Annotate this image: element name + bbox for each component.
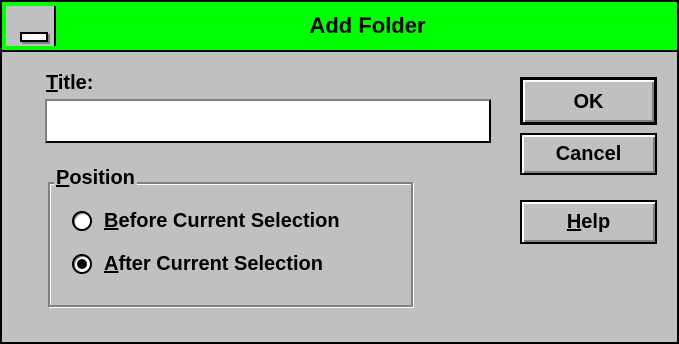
position-label-mnemonic: P [56, 167, 70, 189]
system-menu-icon [20, 32, 48, 42]
title-label-text: itle: [57, 72, 94, 94]
help-label: elp [581, 211, 611, 233]
before-option-label: efore Current Selection [118, 209, 340, 232]
system-menu-button[interactable] [6, 6, 56, 46]
title-label-mnemonic: T [46, 72, 58, 94]
help-mnemonic: H [566, 211, 582, 233]
add-folder-dialog: Add Folder Title: Position Before Curren… [0, 0, 679, 344]
after-option-mnemonic: A [104, 252, 119, 275]
after-current-selection-option[interactable]: After Current Selection [72, 250, 323, 278]
window-title: Add Folder [309, 13, 426, 38]
title-input[interactable] [45, 99, 491, 143]
ok-button[interactable]: OK [520, 77, 657, 125]
after-current-selection-radio[interactable] [72, 254, 92, 274]
title-bar[interactable]: Add Folder [2, 2, 677, 52]
position-label-text: osition [69, 167, 135, 189]
before-option-mnemonic: B [104, 209, 119, 232]
title-label: Title: [46, 72, 93, 95]
before-current-selection-option[interactable]: Before Current Selection [72, 207, 340, 235]
position-groupbox [48, 182, 413, 307]
position-group-label: Position [54, 167, 137, 190]
before-current-selection-radio[interactable] [72, 211, 92, 231]
after-option-label: fter Current Selection [118, 252, 323, 275]
cancel-button[interactable]: Cancel [520, 133, 657, 175]
help-button[interactable]: Help [520, 200, 657, 244]
